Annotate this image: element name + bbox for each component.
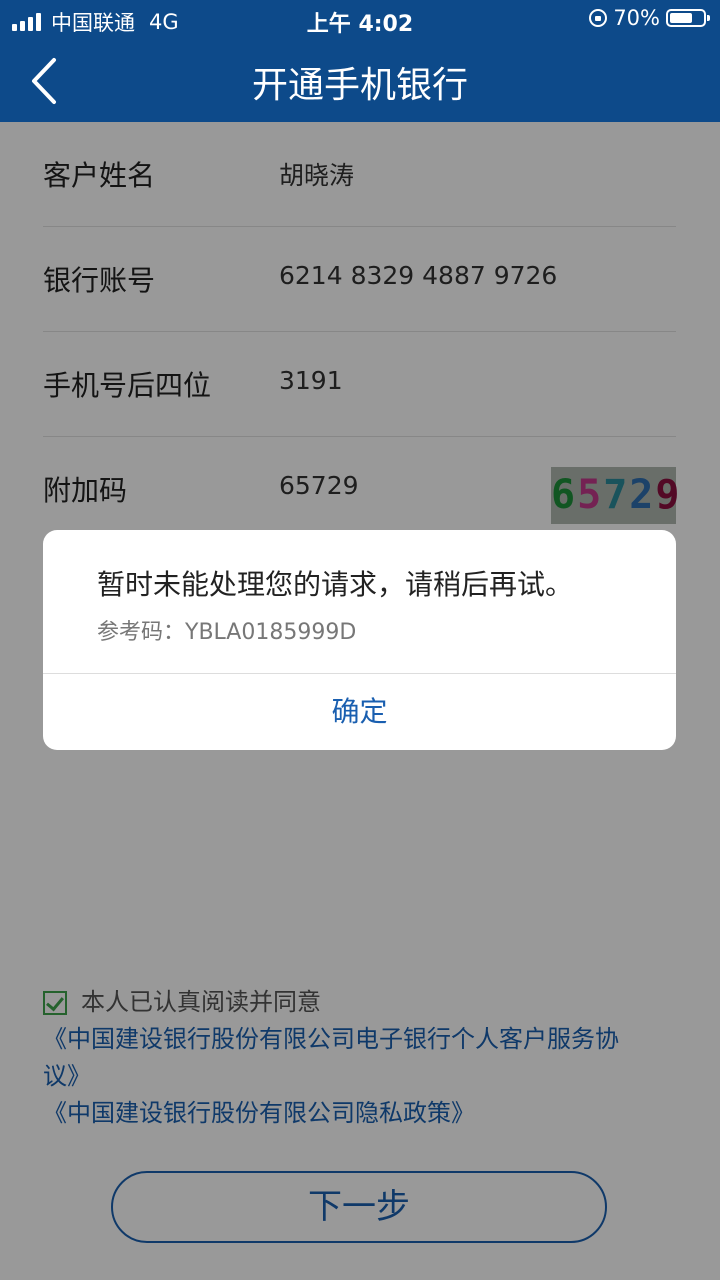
alert-dialog: 暂时未能处理您的请求，请稍后再试。 参考码：YBLA0185999D 确定	[43, 530, 676, 750]
battery-fill	[670, 13, 692, 23]
dialog-message: 暂时未能处理您的请求，请稍后再试。	[97, 568, 574, 601]
page-title: 开通手机银行	[251, 65, 468, 106]
battery-percent: 70%	[613, 6, 660, 30]
rotation-lock-icon	[589, 9, 608, 27]
status-right: 70%	[589, 6, 710, 30]
dialog-reference-code: 参考码：YBLA0185999D	[97, 620, 357, 645]
status-bar: 中国联通 4G 上午 4:02 70%	[0, 0, 720, 40]
battery-icon	[666, 9, 710, 27]
ok-button[interactable]: 确定	[43, 674, 676, 750]
nav-bar: 开通手机银行	[0, 40, 720, 122]
